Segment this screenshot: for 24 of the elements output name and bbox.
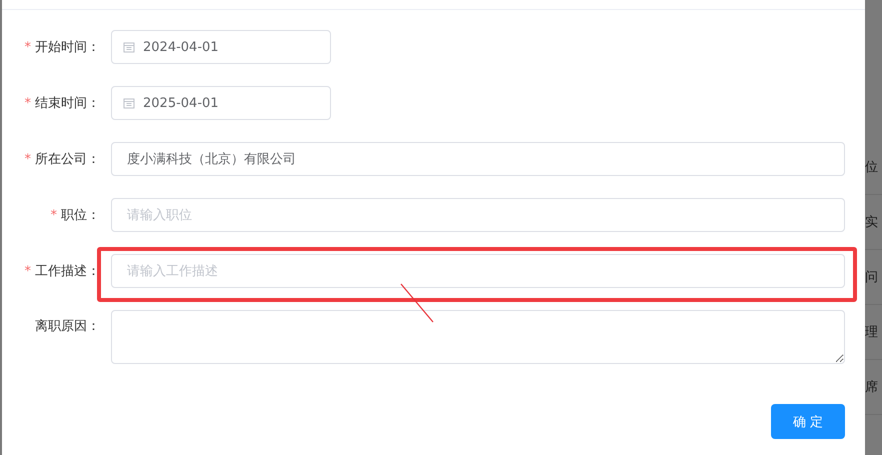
required-asterisk: * xyxy=(24,40,31,55)
label-text: 所在公司： xyxy=(35,152,100,167)
background-text: 理 xyxy=(865,324,878,341)
background-text: 席 xyxy=(865,379,878,396)
date-field[interactable]: 2025-04-01 xyxy=(111,86,331,120)
textarea-field[interactable] xyxy=(111,310,845,364)
calendar-icon xyxy=(123,97,135,109)
label-text: 职位： xyxy=(61,208,100,223)
background-text: 问 xyxy=(865,269,878,286)
required-asterisk: * xyxy=(24,152,31,167)
label-text: 开始时间： xyxy=(35,40,100,55)
required-asterisk: * xyxy=(24,264,31,279)
background-text: 实 xyxy=(865,214,878,231)
label-text: 离职原因： xyxy=(35,319,100,334)
date-field[interactable]: 2024-04-01 xyxy=(111,30,331,64)
annotation-line xyxy=(400,283,434,323)
label-text: 工作描述： xyxy=(35,264,100,279)
label-text: 结束时间： xyxy=(35,96,100,111)
calendar-icon xyxy=(123,41,135,53)
required-asterisk: * xyxy=(50,208,57,223)
required-asterisk: * xyxy=(24,96,31,111)
background-text: 位 xyxy=(865,159,878,176)
confirm-button[interactable]: 确 定 xyxy=(771,404,845,439)
input-field[interactable]: 度小满科技（北京）有限公司 xyxy=(111,142,845,176)
